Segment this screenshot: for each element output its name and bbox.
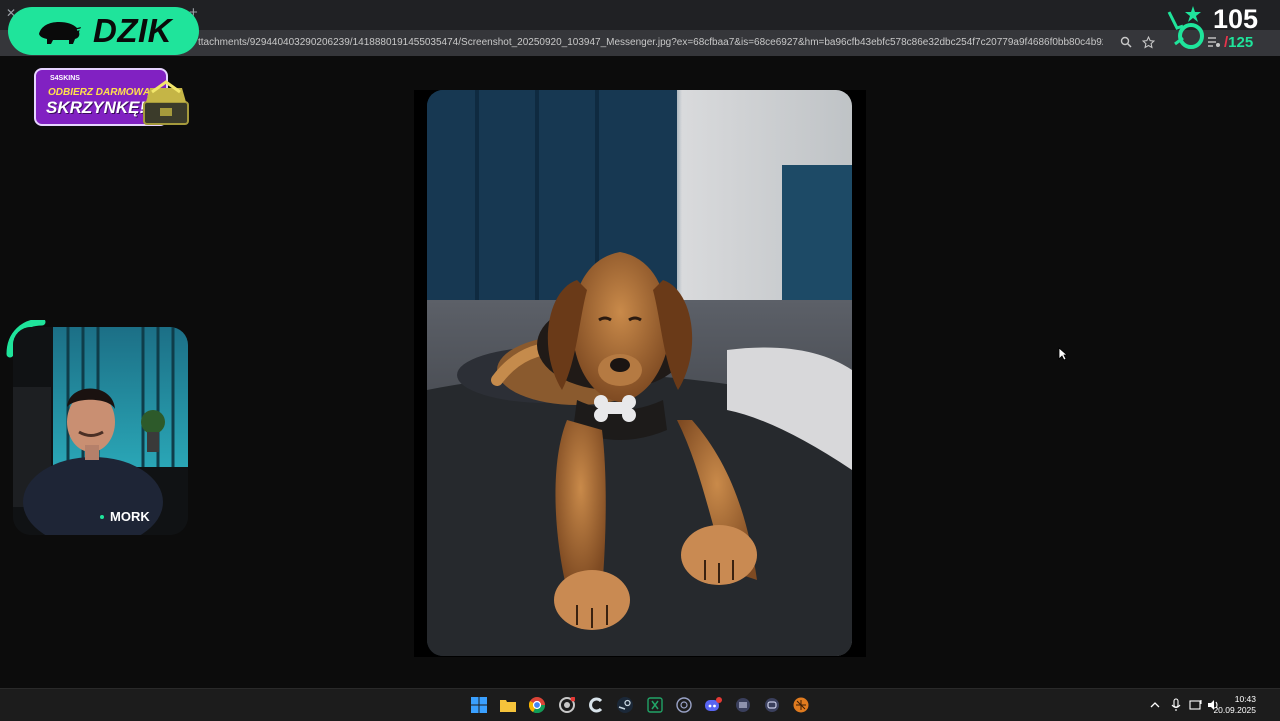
bookmark-star-icon[interactable] [1139,33,1157,51]
url-text[interactable]: ttachments/929440403290206239/1418880191… [198,37,1103,48]
taskbar: 10:43 20.09.2025 [0,688,1280,721]
chrome-icon-2[interactable] [558,696,576,714]
obs-icon[interactable] [675,696,693,714]
mouse-cursor-icon [1058,347,1068,361]
streamer-name-text: MORK [110,509,150,524]
cheering-figure-icon [1167,6,1204,49]
status-dot-icon [100,514,104,519]
file-explorer-icon[interactable] [499,696,517,714]
excel-icon[interactable] [646,696,664,714]
promo-brand: S4SKINS [50,75,80,82]
counter-goal: /125 [1224,34,1253,51]
microphone-icon[interactable] [1169,698,1183,712]
discord-icon[interactable] [704,696,722,714]
dog-photo[interactable] [427,90,852,656]
clock-date: 20.09.2025 [1213,705,1256,715]
counter-value: 105 [1213,4,1259,34]
webcam-feed [13,327,188,535]
streamer-name: MORK [100,509,150,524]
windows-start-icon[interactable] [470,696,488,714]
steam-icon[interactable] [616,696,634,714]
zoom-icon[interactable] [1117,33,1135,51]
system-clock[interactable]: 10:43 20.09.2025 [1213,694,1256,716]
app-icon-2[interactable] [763,696,781,714]
app-icon-1[interactable] [734,696,752,714]
ccleaner-icon[interactable] [587,696,605,714]
promo-line-1: ODBIERZ DARMOWĄ [48,87,151,98]
boar-icon [39,22,83,44]
loot-crate-icon [143,80,189,125]
network-icon[interactable] [1189,698,1203,712]
chrome-icon[interactable] [528,696,546,714]
stream-logo: DZIK [8,7,199,55]
app-icon-3[interactable] [792,696,810,714]
clock-time: 10:43 [1234,694,1256,704]
logo-text: DZIK [93,12,172,49]
dog-photo-image [427,90,852,656]
counter-goal-value: 125 [1228,34,1254,51]
follower-goal-counter: 105 /125 [1165,4,1277,52]
webcam-image [13,327,188,535]
chevron-up-icon[interactable] [1148,698,1162,712]
promo-line-2: SKRZYNKĘ! [46,98,146,117]
